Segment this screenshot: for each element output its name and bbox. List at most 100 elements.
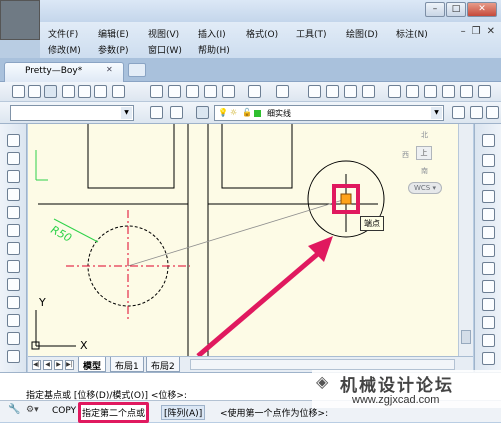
- first-layout-button[interactable]: ◀|: [32, 360, 41, 370]
- insert-block-icon[interactable]: [7, 332, 20, 345]
- menu-help[interactable]: 帮助(H): [198, 43, 230, 56]
- workspace-toggle-icon[interactable]: [170, 106, 183, 119]
- calculator-icon[interactable]: [478, 85, 491, 98]
- new-file-icon[interactable]: [12, 85, 25, 98]
- make-current-icon[interactable]: [452, 106, 465, 119]
- paste-icon[interactable]: [186, 85, 199, 98]
- redo-icon[interactable]: [276, 85, 289, 98]
- zoom-previous-icon[interactable]: [362, 85, 375, 98]
- sheet-set-icon[interactable]: [442, 85, 455, 98]
- drawing-area[interactable]: R50 Y X 端点 北 西 上 南 WCS ▾: [28, 124, 458, 356]
- circle-icon[interactable]: [7, 242, 20, 255]
- copy-object-icon[interactable]: [482, 154, 495, 167]
- properties-icon[interactable]: [388, 85, 401, 98]
- menu-format[interactable]: 格式(O): [246, 27, 278, 40]
- open-file-icon[interactable]: [28, 85, 41, 98]
- tab-close-icon[interactable]: ✕: [106, 65, 113, 74]
- make-block-icon[interactable]: [7, 350, 20, 363]
- command-options-icon[interactable]: ⚙▾: [26, 405, 39, 415]
- copy-icon[interactable]: [168, 85, 181, 98]
- tab-layout2[interactable]: 布局2: [146, 357, 180, 372]
- layer-state-icon[interactable]: [486, 106, 499, 119]
- endpoint-tooltip: 端点: [360, 216, 384, 231]
- menu-draw[interactable]: 绘图(D): [346, 27, 378, 40]
- zoom-realtime-icon[interactable]: [326, 85, 339, 98]
- polygon-icon[interactable]: [7, 188, 20, 201]
- menu-modify[interactable]: 修改(M): [48, 43, 81, 56]
- layer-properties-icon[interactable]: [196, 106, 209, 119]
- stretch-icon[interactable]: [482, 280, 495, 293]
- vertical-scroll-thumb[interactable]: [461, 330, 471, 344]
- menu-dimension[interactable]: 标注(N): [396, 27, 428, 40]
- undo-icon[interactable]: [248, 85, 261, 98]
- workspace-settings-icon[interactable]: [150, 106, 163, 119]
- wrench-icon[interactable]: 🔧: [8, 404, 20, 415]
- mirror-icon[interactable]: [482, 172, 495, 185]
- menu-parametric[interactable]: 参数(P): [98, 43, 128, 56]
- revision-cloud-icon[interactable]: [7, 260, 20, 273]
- offset-icon[interactable]: [482, 190, 495, 203]
- construction-line-icon[interactable]: [7, 152, 20, 165]
- pan-icon[interactable]: [308, 85, 321, 98]
- tab-layout1[interactable]: 布局1: [110, 357, 144, 372]
- arc-icon[interactable]: [7, 224, 20, 237]
- ellipse-icon[interactable]: [7, 296, 20, 309]
- array-option[interactable]: [阵列(A)]: [161, 405, 206, 420]
- maximize-button[interactable]: □: [446, 2, 466, 17]
- workspace-dropdown[interactable]: ▼: [10, 105, 134, 121]
- tool-palettes-icon[interactable]: [424, 85, 437, 98]
- polyline-icon[interactable]: [7, 170, 20, 183]
- menu-insert[interactable]: 插入(I): [198, 27, 226, 40]
- trim-icon[interactable]: [482, 298, 495, 311]
- layer-dropdown[interactable]: 💡 ☼ 🔓 细实线 ▼: [214, 105, 444, 121]
- break-icon[interactable]: [482, 334, 495, 347]
- save-icon[interactable]: [44, 85, 57, 98]
- viewcube-top-face[interactable]: 上: [416, 146, 432, 160]
- new-tab-button[interactable]: [128, 63, 146, 77]
- close-button[interactable]: ✕: [467, 2, 497, 17]
- menu-view[interactable]: 视图(V): [148, 27, 179, 40]
- wcs-menu[interactable]: WCS ▾: [408, 182, 442, 194]
- document-restore-button[interactable]: ❐: [472, 26, 481, 37]
- menu-file[interactable]: 文件(F): [48, 27, 78, 40]
- rotate-icon[interactable]: [482, 244, 495, 257]
- menu-tools[interactable]: 工具(T): [296, 27, 327, 40]
- paste-block-icon[interactable]: [204, 85, 217, 98]
- rectangle-icon[interactable]: [7, 206, 20, 219]
- viewcube-west[interactable]: 西: [402, 150, 409, 160]
- move-icon[interactable]: [482, 226, 495, 239]
- next-layout-button[interactable]: ▶: [54, 360, 63, 370]
- markup-icon[interactable]: [460, 85, 473, 98]
- print-icon[interactable]: [62, 85, 75, 98]
- last-layout-button[interactable]: ▶|: [65, 360, 74, 370]
- publish-icon[interactable]: [94, 85, 107, 98]
- design-center-icon[interactable]: [406, 85, 419, 98]
- ellipse-arc-icon[interactable]: [7, 314, 20, 327]
- scale-icon[interactable]: [482, 262, 495, 275]
- horizontal-scrollbar[interactable]: [190, 359, 455, 370]
- viewcube-north[interactable]: 北: [421, 130, 428, 140]
- viewcube-south[interactable]: 南: [421, 166, 428, 176]
- previous-layout-button[interactable]: ◀: [43, 360, 52, 370]
- document-minimize-button[interactable]: –: [461, 26, 466, 37]
- spline-icon[interactable]: [7, 278, 20, 291]
- minimize-button[interactable]: –: [425, 2, 445, 17]
- draw-toolbar: [0, 124, 27, 372]
- cut-icon[interactable]: [150, 85, 163, 98]
- menu-window[interactable]: 窗口(W): [148, 43, 182, 56]
- array-icon[interactable]: [482, 208, 495, 221]
- extend-icon[interactable]: [482, 316, 495, 329]
- zoom-window-icon[interactable]: [344, 85, 357, 98]
- application-icon[interactable]: [0, 0, 40, 40]
- document-close-button[interactable]: ✕: [487, 26, 495, 37]
- erase-icon[interactable]: [482, 134, 495, 147]
- tab-model[interactable]: 模型: [78, 357, 107, 372]
- join-icon[interactable]: [482, 352, 495, 365]
- line-icon[interactable]: [7, 134, 20, 147]
- layer-previous-icon[interactable]: [470, 106, 483, 119]
- print-preview-icon[interactable]: [78, 85, 91, 98]
- vertical-scrollbar[interactable]: [458, 124, 473, 356]
- match-properties-icon[interactable]: [222, 85, 235, 98]
- plot-icon[interactable]: [112, 85, 125, 98]
- menu-edit[interactable]: 编辑(E): [98, 27, 129, 40]
